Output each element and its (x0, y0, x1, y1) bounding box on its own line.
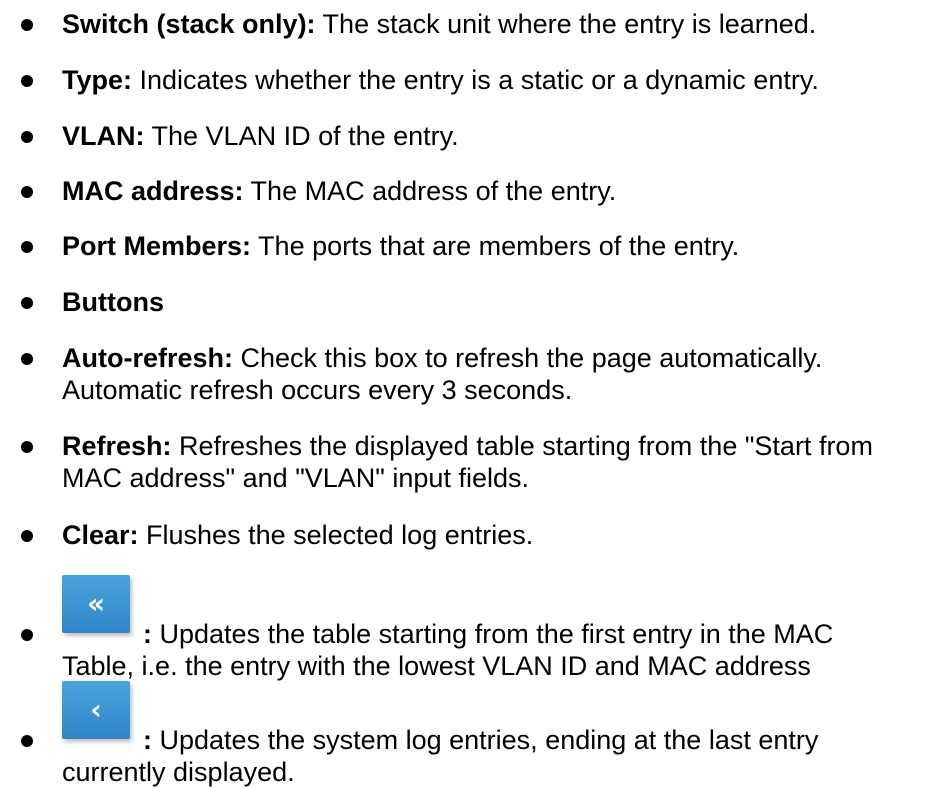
item-term: Switch (stack only): (62, 9, 316, 39)
item-text: Auto-refresh: Check this box to refresh … (62, 342, 950, 406)
item-desc: Indicates whether the entry is a static … (132, 65, 819, 95)
item-desc-continued: currently displayed. (62, 757, 295, 787)
item-desc: The MAC address of the entry. (243, 176, 617, 206)
bullet-icon (21, 441, 33, 453)
item-term: : (143, 725, 152, 755)
item-text: Clear: Flushes the selected log entries. (62, 519, 950, 551)
item-term: : (143, 619, 152, 649)
item-text: Buttons (62, 286, 950, 318)
item-term: Clear: (62, 520, 139, 550)
item-term: Refresh: (62, 431, 172, 461)
item-desc-continued: Table, i.e. the entry with the lowest VL… (62, 651, 811, 681)
item-term: Type: (62, 65, 133, 95)
item-desc: Updates the table starting from the firs… (152, 619, 834, 649)
item-text: : Updates the system log entries, ending… (143, 724, 818, 756)
item-desc: The ports that are members of the entry. (251, 231, 740, 261)
previous-page-button[interactable]: ‹ (62, 681, 130, 739)
bullet-icon (21, 353, 33, 365)
item-text: Port Members: The ports that are members… (62, 230, 950, 262)
bullet-icon (21, 241, 33, 253)
item-desc: Flushes the selected log entries. (138, 520, 534, 550)
item-desc-continued: MAC address" and "VLAN" input fields. (62, 463, 529, 493)
item-text: Switch (stack only): The stack unit wher… (62, 8, 950, 40)
double-chevron-left-icon: « (86, 587, 106, 620)
bullet-icon (21, 19, 33, 31)
item-text: : Updates the table starting from the fi… (143, 618, 833, 650)
bullet-icon (21, 629, 33, 641)
item-text: Type: Indicates whether the entry is a s… (62, 64, 950, 96)
item-desc: The stack unit where the entry is learne… (315, 9, 817, 39)
item-desc: Updates the system log entries, ending a… (152, 725, 819, 755)
first-page-button[interactable]: « (62, 575, 130, 633)
item-text: MAC address: The MAC address of the entr… (62, 175, 950, 207)
item-term: Auto-refresh: (62, 343, 234, 373)
bullet-icon (21, 735, 33, 747)
item-term: MAC address: (62, 176, 244, 206)
item-desc: The VLAN ID of the entry. (144, 121, 459, 151)
item-text: VLAN: The VLAN ID of the entry. (62, 120, 950, 152)
item-term: Port Members: (62, 231, 252, 261)
bullet-icon (21, 186, 33, 198)
bullet-icon (21, 75, 33, 87)
item-term: Buttons (62, 287, 164, 317)
item-desc-continued: Automatic refresh occurs every 3 seconds… (62, 375, 573, 405)
bullet-icon (21, 530, 33, 542)
item-term: VLAN: (62, 121, 145, 151)
item-desc: Check this box to refresh the page autom… (233, 343, 823, 373)
item-text: Refresh: Refreshes the displayed table s… (62, 430, 950, 494)
item-desc: Refreshes the displayed table starting f… (171, 431, 873, 461)
bullet-icon (21, 131, 33, 143)
bullet-icon (21, 297, 33, 309)
chevron-left-icon: ‹ (90, 693, 102, 726)
